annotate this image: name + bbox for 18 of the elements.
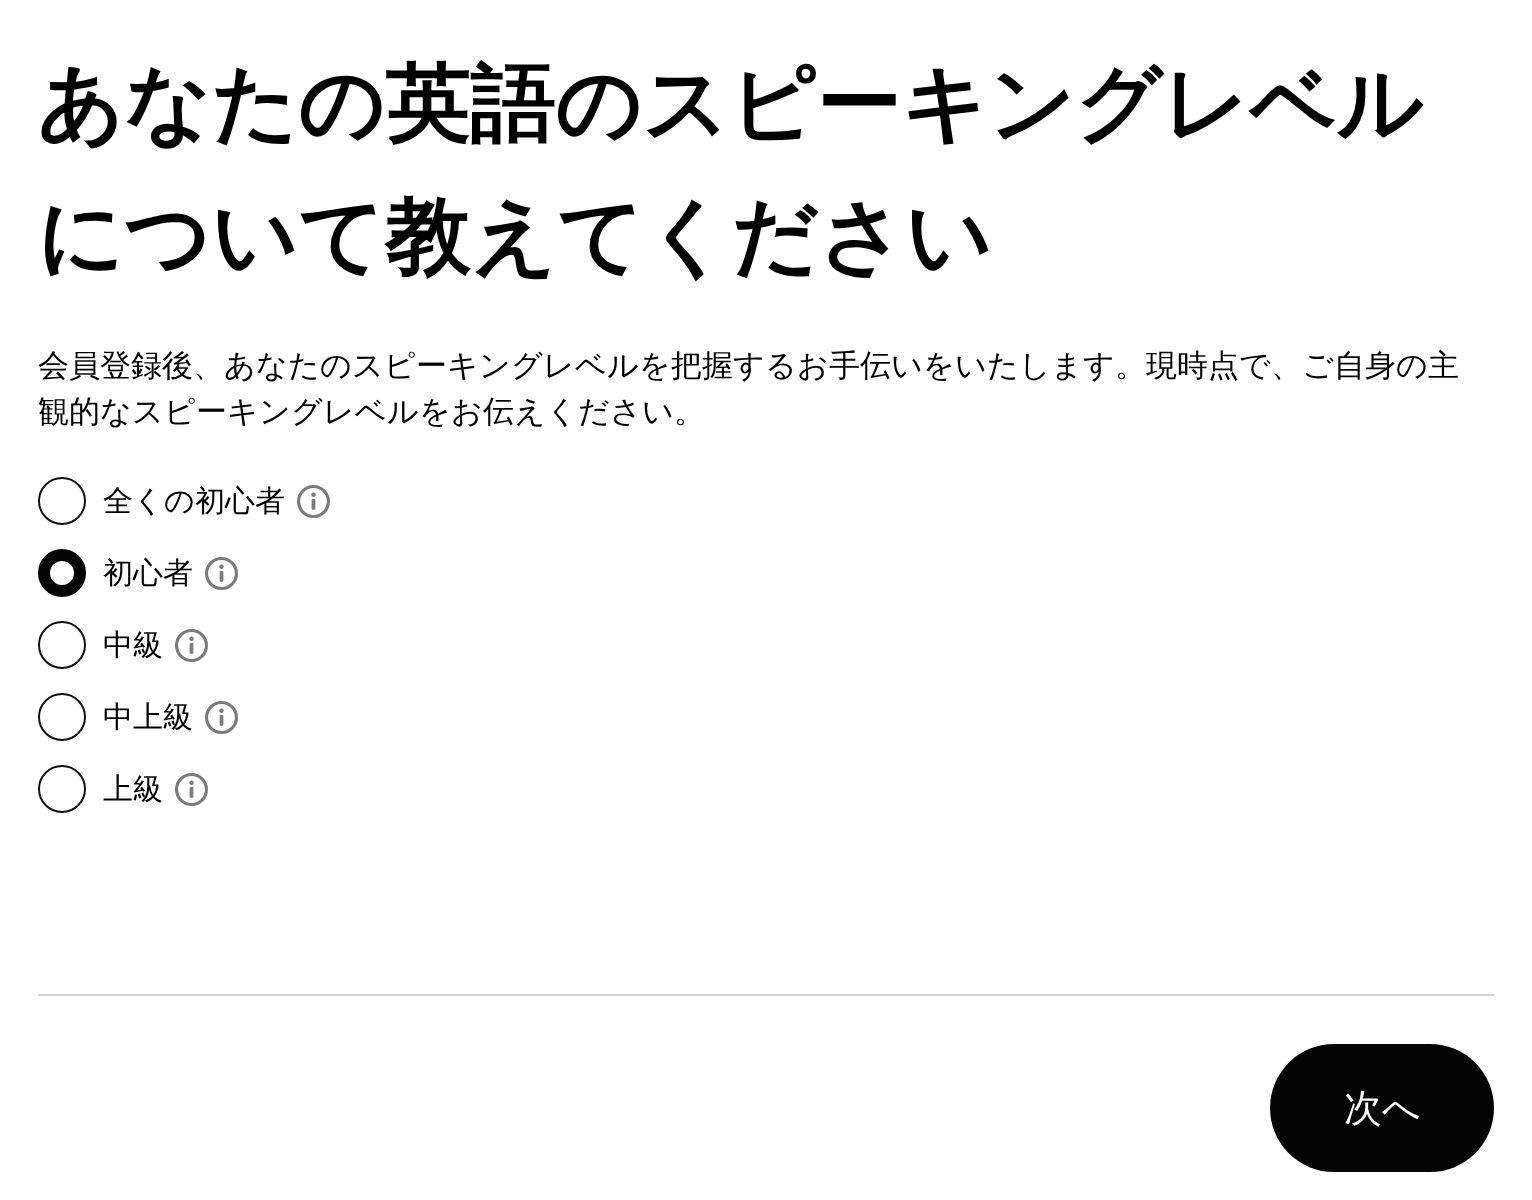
radio-button[interactable]	[38, 693, 86, 741]
radio-button[interactable]	[38, 549, 86, 597]
next-button[interactable]: 次へ	[1270, 1044, 1494, 1172]
info-icon[interactable]	[205, 556, 238, 590]
info-icon[interactable]	[175, 772, 208, 806]
radio-button[interactable]	[38, 765, 86, 813]
option-label[interactable]: 中級	[103, 625, 163, 665]
option-label[interactable]: 初心者	[103, 553, 193, 593]
radio-button[interactable]	[38, 621, 86, 669]
option-label[interactable]: 全くの初心者	[103, 481, 285, 521]
page-title: あなたの英語のスピーキングレベルについて教えてください	[38, 52, 1425, 287]
description-text: 会員登録後、あなたのスピーキングレベルを把握するお手伝いをいたします。現時点で、ご自身の主観的なスピーキングレベルをお伝えください。	[38, 346, 1460, 431]
option-label[interactable]: 上級	[103, 769, 163, 809]
option-label[interactable]: 中上級	[103, 697, 193, 737]
info-icon[interactable]	[297, 484, 330, 518]
radio-button[interactable]	[38, 477, 86, 525]
info-icon[interactable]	[175, 628, 208, 662]
info-icon[interactable]	[205, 700, 238, 734]
